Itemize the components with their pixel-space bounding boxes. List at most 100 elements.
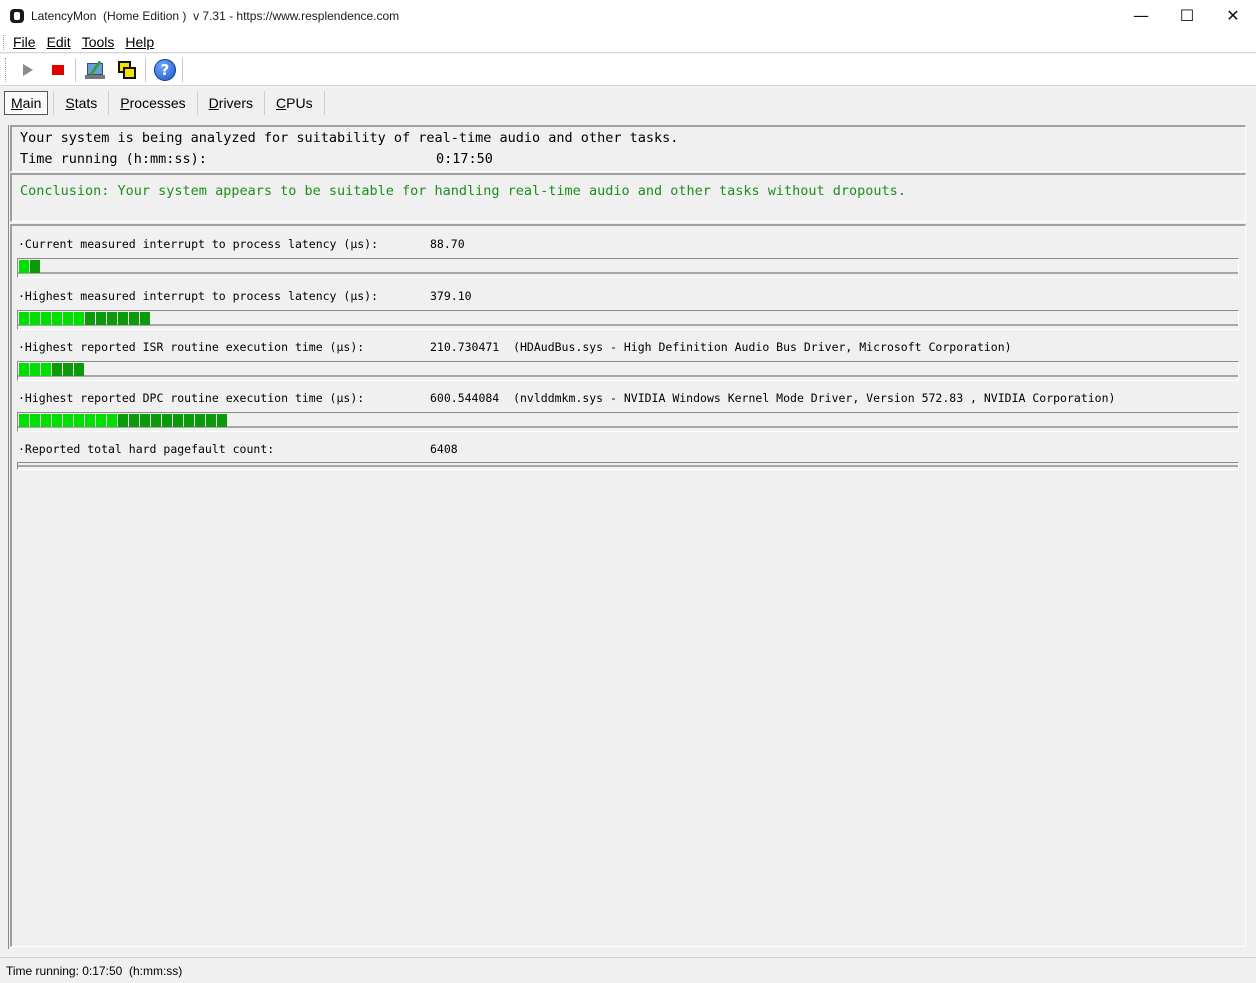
metric-value: 379.10 xyxy=(430,289,472,303)
tab-main-label: Main xyxy=(11,95,42,111)
bar-segment xyxy=(206,414,216,427)
bar-segment xyxy=(96,312,106,325)
bar-segment xyxy=(63,414,73,427)
analysis-info-panel: Your system is being analyzed for suitab… xyxy=(10,125,1246,172)
tab-drivers[interactable]: Drivers xyxy=(198,91,266,115)
system-config-icon xyxy=(84,59,106,81)
bar-segment xyxy=(74,312,84,325)
bar-segment xyxy=(118,414,128,427)
toolbar-separator xyxy=(145,58,147,82)
menu-file-label: File xyxy=(13,33,36,50)
bar-segment xyxy=(30,260,40,273)
tab-processes-label: Processes xyxy=(120,95,186,111)
bar-segment xyxy=(173,414,183,427)
bar-segment xyxy=(63,312,73,325)
bar-segment xyxy=(19,312,29,325)
bar-segment xyxy=(30,312,40,325)
bar-segment xyxy=(217,414,227,427)
bar-segment xyxy=(19,363,29,376)
bar-segment xyxy=(162,414,172,427)
bar-segment xyxy=(30,363,40,376)
close-button[interactable]: ✕ xyxy=(1210,0,1256,31)
metric-label: ·Highest reported DPC routine execution … xyxy=(18,391,365,405)
bar-segment xyxy=(118,312,128,325)
play-icon xyxy=(23,64,33,76)
menu-tools[interactable]: Tools xyxy=(75,34,119,50)
menu-file[interactable]: File xyxy=(6,34,40,50)
analysis-status-text: Your system is being analyzed for suitab… xyxy=(20,130,679,146)
bar-segment xyxy=(30,414,40,427)
bar-segment xyxy=(19,260,29,273)
bar-segment xyxy=(74,414,84,427)
tab-stats[interactable]: Stats xyxy=(53,91,110,115)
bar-segment xyxy=(140,312,150,325)
metric-value: 210.730471 (HDAudBus.sys - High Definiti… xyxy=(430,340,1012,354)
bar-segment xyxy=(52,414,62,427)
bar-segment xyxy=(19,414,29,427)
bar-segment xyxy=(107,414,117,427)
minimize-button[interactable]: — xyxy=(1118,0,1164,31)
toolbar-separator xyxy=(75,58,77,82)
menu-help[interactable]: Help xyxy=(118,34,158,50)
menu-grip xyxy=(3,35,5,50)
app-icon xyxy=(10,8,24,23)
metric-label: ·Reported total hard pagefault count: xyxy=(18,442,275,456)
bar-segment xyxy=(52,312,62,325)
bar-segment xyxy=(195,414,205,427)
metric-value: 6408 xyxy=(430,442,458,456)
maximize-button[interactable]: ☐ xyxy=(1164,0,1210,31)
metric-value: 88.70 xyxy=(430,237,465,251)
conclusion-panel: Conclusion: Your system appears to be su… xyxy=(10,173,1246,222)
latency-bar xyxy=(17,258,1239,278)
bar-segment xyxy=(52,363,62,376)
bar-segment xyxy=(96,414,106,427)
menu-edit-label: Edit xyxy=(46,33,71,50)
toolbar-grip xyxy=(5,58,7,82)
toolbar: ? xyxy=(0,54,1256,86)
latency-bar xyxy=(17,361,1239,381)
bar-segment xyxy=(41,414,51,427)
status-bar: Time running: 0:17:50 (h:mm:ss) xyxy=(0,957,1256,983)
latency-bar xyxy=(17,310,1239,330)
menu-edit[interactable]: Edit xyxy=(40,34,75,50)
latency-bar xyxy=(17,412,1239,432)
stop-icon xyxy=(52,65,64,75)
tab-cpus-label: CPUs xyxy=(276,95,313,111)
start-button[interactable] xyxy=(16,58,40,82)
tab-processes[interactable]: Processes xyxy=(109,91,198,115)
tab-bar: Main Stats Processes Drivers CPUs xyxy=(0,87,1256,119)
bar-segment xyxy=(41,312,51,325)
bar-segment xyxy=(129,312,139,325)
menu-help-label: Help xyxy=(125,33,155,50)
time-running-value: 0:17:50 xyxy=(436,151,493,167)
cascade-windows-button[interactable] xyxy=(115,58,139,82)
tab-cpus[interactable]: CPUs xyxy=(265,91,325,115)
system-config-button[interactable] xyxy=(83,58,107,82)
toolbar-separator xyxy=(182,58,184,82)
tab-drivers-label: Drivers xyxy=(208,95,254,111)
metric-label: ·Highest reported ISR routine execution … xyxy=(18,340,365,354)
time-running-label: Time running (h:mm:ss): xyxy=(20,151,207,167)
help-button[interactable]: ? xyxy=(153,58,177,82)
tab-stats-label: Stats xyxy=(65,95,98,111)
title-bar: LatencyMon (Home Edition ) v 7.31 - http… xyxy=(0,0,1256,31)
bar-segment xyxy=(151,414,161,427)
metric-label: ·Current measured interrupt to process l… xyxy=(18,237,379,251)
bar-segment xyxy=(74,363,84,376)
window-controls: — ☐ ✕ xyxy=(1118,0,1256,31)
bar-segment xyxy=(129,414,139,427)
bar-segment xyxy=(184,414,194,427)
window-title: LatencyMon (Home Edition ) v 7.31 - http… xyxy=(31,8,400,23)
menu-tools-label: Tools xyxy=(81,33,115,50)
metric-value: 600.544084 (nvlddmkm.sys - NVIDIA Window… xyxy=(430,391,1116,405)
bar-segment xyxy=(85,414,95,427)
help-icon: ? xyxy=(154,59,176,81)
metric-label: ·Highest measured interrupt to process l… xyxy=(18,289,379,303)
stop-button[interactable] xyxy=(46,58,70,82)
bar-segment xyxy=(85,312,95,325)
bar-segment xyxy=(107,312,117,325)
bar-segment xyxy=(140,414,150,427)
pagefault-bar xyxy=(17,462,1239,470)
menu-bar: File Edit Tools Help xyxy=(0,31,1256,53)
tab-main[interactable]: Main xyxy=(4,91,49,115)
